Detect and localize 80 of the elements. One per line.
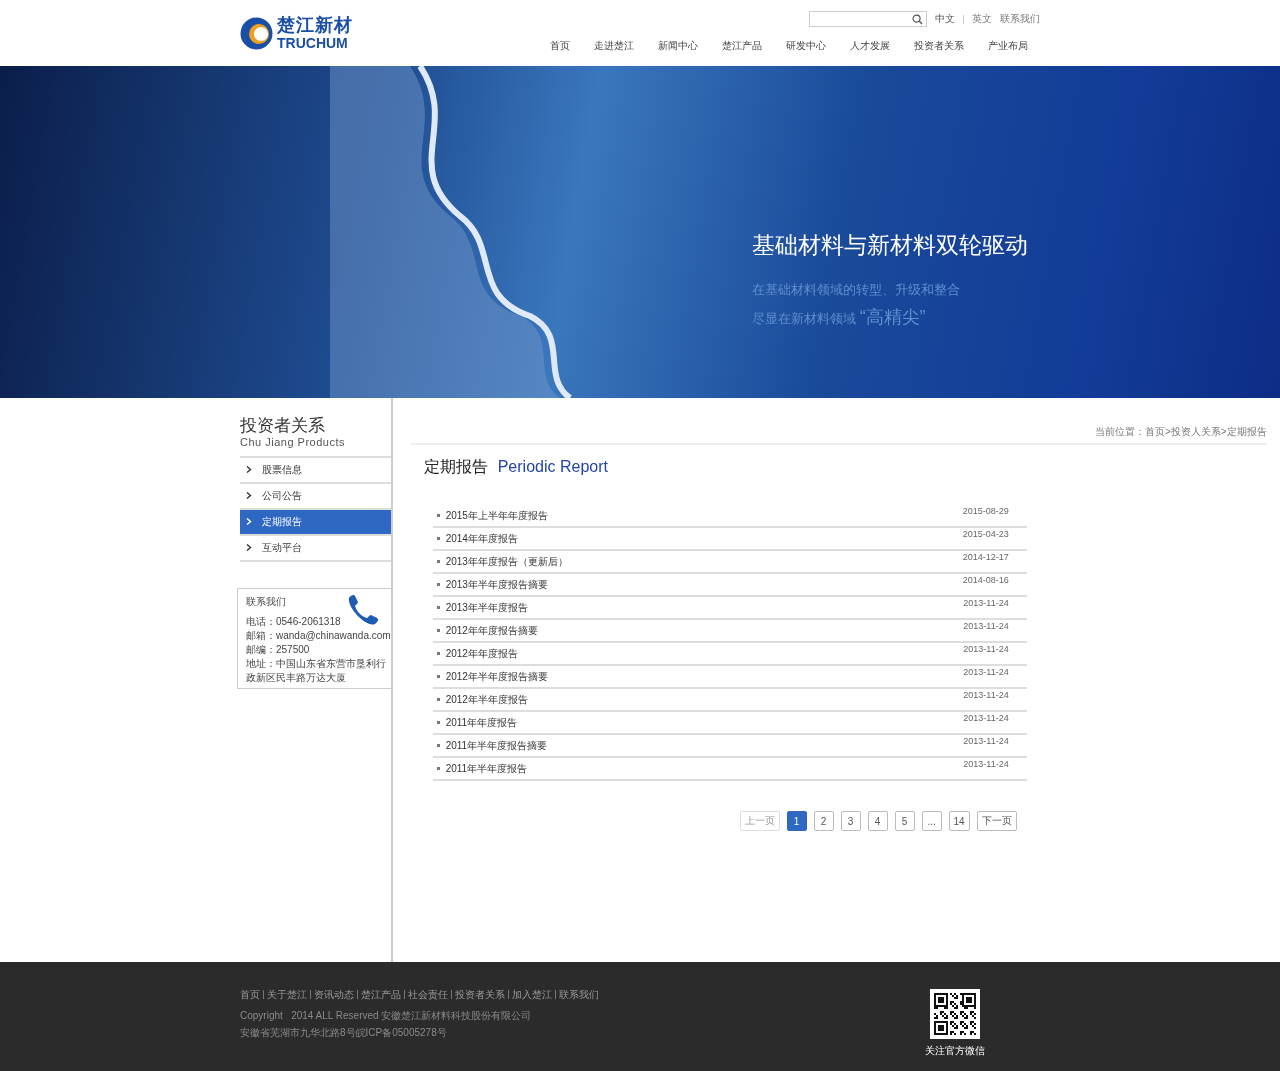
search-field[interactable] (809, 11, 927, 27)
report-link[interactable]: 2012年半年度报告摘要 (432, 669, 548, 684)
report-link[interactable]: 2015年上半年年度报告 (432, 508, 548, 523)
icp-text: 安徽省芜湖市九华北路8号皖ICP备05005278号 (240, 1026, 448, 1040)
report-link[interactable]: 2011年半年度报告 (432, 761, 528, 776)
report-date: 2013-11-24 (963, 690, 1010, 700)
report-date: 2015-04-23 (962, 529, 1010, 539)
report-link[interactable]: 2012年年度报告 (432, 646, 518, 661)
nav-link[interactable]: 人才发展 (838, 39, 902, 53)
report-link[interactable]: 2011年半年度报告摘要 (432, 738, 548, 753)
page-title: 定期报告 (423, 457, 488, 477)
footer-link[interactable]: 首页 (240, 990, 263, 999)
sidebar-title: 投资者关系 (240, 417, 326, 436)
report-date: 2013-11-24 (963, 736, 1010, 746)
footer-link[interactable]: 楚江产品 (357, 990, 404, 999)
copyright-text: Copyright 2014 ALL Reserved 安徽楚江新材料科技股份有限公司 (240, 1009, 533, 1023)
report-link[interactable]: 2013年年度报告（更新后） (432, 554, 568, 569)
page-button[interactable]: 1 (786, 811, 807, 831)
footer-link[interactable]: 加入楚江 (508, 990, 555, 999)
nav-link[interactable]: 楚江产品 (710, 39, 774, 53)
footer-link[interactable]: 投资者关系 (451, 990, 508, 999)
report-link[interactable]: 2014年年度报告 (432, 531, 518, 546)
contact-title: 联系我们 (246, 594, 287, 609)
qr-code (930, 989, 980, 1039)
nav-link[interactable]: 产业布局 (976, 39, 1040, 53)
nav-link[interactable]: 首页 (538, 39, 582, 53)
sidebar-item[interactable]: 股票信息 (240, 457, 391, 484)
contact-line: 地址：中国山东省东营市垦利行政新区民丰路万达大厦 (246, 656, 387, 685)
nav-link[interactable]: 新闻中心 (646, 39, 710, 53)
sidebar-item[interactable]: 定期报告 (240, 509, 391, 536)
page-button[interactable]: 5 (894, 811, 915, 831)
banner-text: 在基础材料领域的转型、升级和整合 (752, 281, 961, 299)
report-date: 2013-11-24 (963, 759, 1010, 769)
logo-icon (240, 16, 273, 50)
chevron-icon (246, 518, 252, 526)
logo-name: 楚江新材 (277, 16, 353, 34)
nav-link[interactable]: 研发中心 (774, 39, 838, 53)
language-link[interactable]: 中文 (935, 12, 955, 26)
footer-link[interactable]: 联系我们 (555, 990, 602, 999)
footer-link[interactable]: 资讯动态 (310, 990, 357, 999)
footer-link[interactable]: 关于楚江 (263, 990, 310, 999)
report-date: 2015-08-29 (962, 506, 1010, 516)
report-link[interactable]: 2013年半年度报告摘要 (432, 577, 548, 592)
contact-line: 邮编：257500 (246, 642, 311, 657)
page-button[interactable]: 下一页 (976, 811, 1017, 831)
banner-text: 尽显在新材料领域 “高精尖” (752, 306, 927, 329)
report-link[interactable]: 2011年年度报告 (432, 715, 518, 730)
report-date: 2013-11-24 (963, 621, 1010, 631)
report-link[interactable]: 2012年半年度报告 (432, 692, 528, 707)
report-link[interactable]: 2013年半年度报告 (432, 600, 528, 615)
report-date: 2013-11-24 (963, 598, 1010, 608)
sidebar-item[interactable]: 互动平台 (240, 535, 391, 562)
search-icon (912, 13, 923, 25)
report-date: 2014-08-16 (962, 575, 1010, 585)
page-button[interactable]: 14 (948, 811, 970, 831)
contact-line: 电话：0546-2061318 (246, 614, 342, 629)
chevron-icon (246, 466, 252, 474)
report-date: 2013-11-24 (963, 644, 1010, 654)
report-link[interactable]: 2012年年度报告摘要 (432, 623, 538, 638)
language-link[interactable]: 英文 (972, 12, 992, 26)
chevron-icon (246, 544, 252, 552)
report-date: 2014-12-17 (962, 552, 1010, 562)
logo-english-name: TRUCHUM (277, 36, 349, 50)
sidebar-subtitle: Chu Jiang Products (240, 435, 346, 448)
page-button[interactable]: 2 (813, 811, 834, 831)
report-date: 2013-11-24 (963, 713, 1010, 723)
report-date: 2013-11-24 (963, 667, 1010, 677)
breadcrumb: 当前位置：首页>投资人关系>定期报告 (410, 425, 1267, 445)
chevron-icon (246, 492, 252, 500)
page-button[interactable]: ... (921, 811, 942, 831)
qr-caption: 关注官方微信 (925, 1044, 985, 1058)
nav-link[interactable]: 投资者关系 (902, 39, 976, 53)
contact-link[interactable]: 联系我们 (1000, 12, 1040, 26)
page-subtitle: Periodic Report (497, 458, 608, 476)
page-button[interactable]: 4 (867, 811, 888, 831)
banner-headline: 基础材料与新材料双轮驱动 (752, 231, 1028, 260)
footer-link[interactable]: 社会责任 (404, 990, 451, 999)
page-button[interactable]: 3 (840, 811, 861, 831)
contact-line: 邮箱：wanda@chinawanda.com (246, 628, 391, 643)
nav-link[interactable]: 走进楚江 (582, 39, 646, 53)
